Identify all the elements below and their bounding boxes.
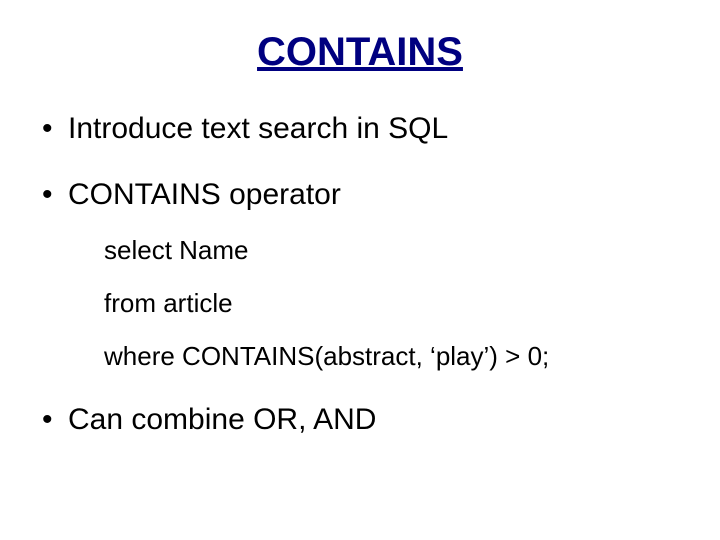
bullet-text: CONTAINS operator	[68, 178, 341, 211]
bullet-list: Introduce text search in SQL CONTAINS op…	[30, 110, 690, 438]
bullet-item-intro: Introduce text search in SQL	[40, 110, 690, 148]
code-line-from: from article	[104, 288, 690, 319]
slide: CONTAINS Introduce text search in SQL CO…	[0, 0, 720, 540]
code-block: select Name from article where CONTAINS(…	[104, 235, 690, 373]
bullet-text: Introduce text search in SQL	[68, 112, 448, 145]
code-line-select: select Name	[104, 235, 690, 266]
code-line-where: where CONTAINS(abstract, ‘play’) > 0;	[104, 341, 690, 372]
bullet-item-combine: Can combine OR, AND	[40, 401, 690, 439]
bullet-text: Can combine OR, AND	[68, 403, 376, 436]
bullet-item-operator: CONTAINS operator select Name from artic…	[40, 176, 690, 373]
slide-title: CONTAINS	[30, 30, 690, 75]
